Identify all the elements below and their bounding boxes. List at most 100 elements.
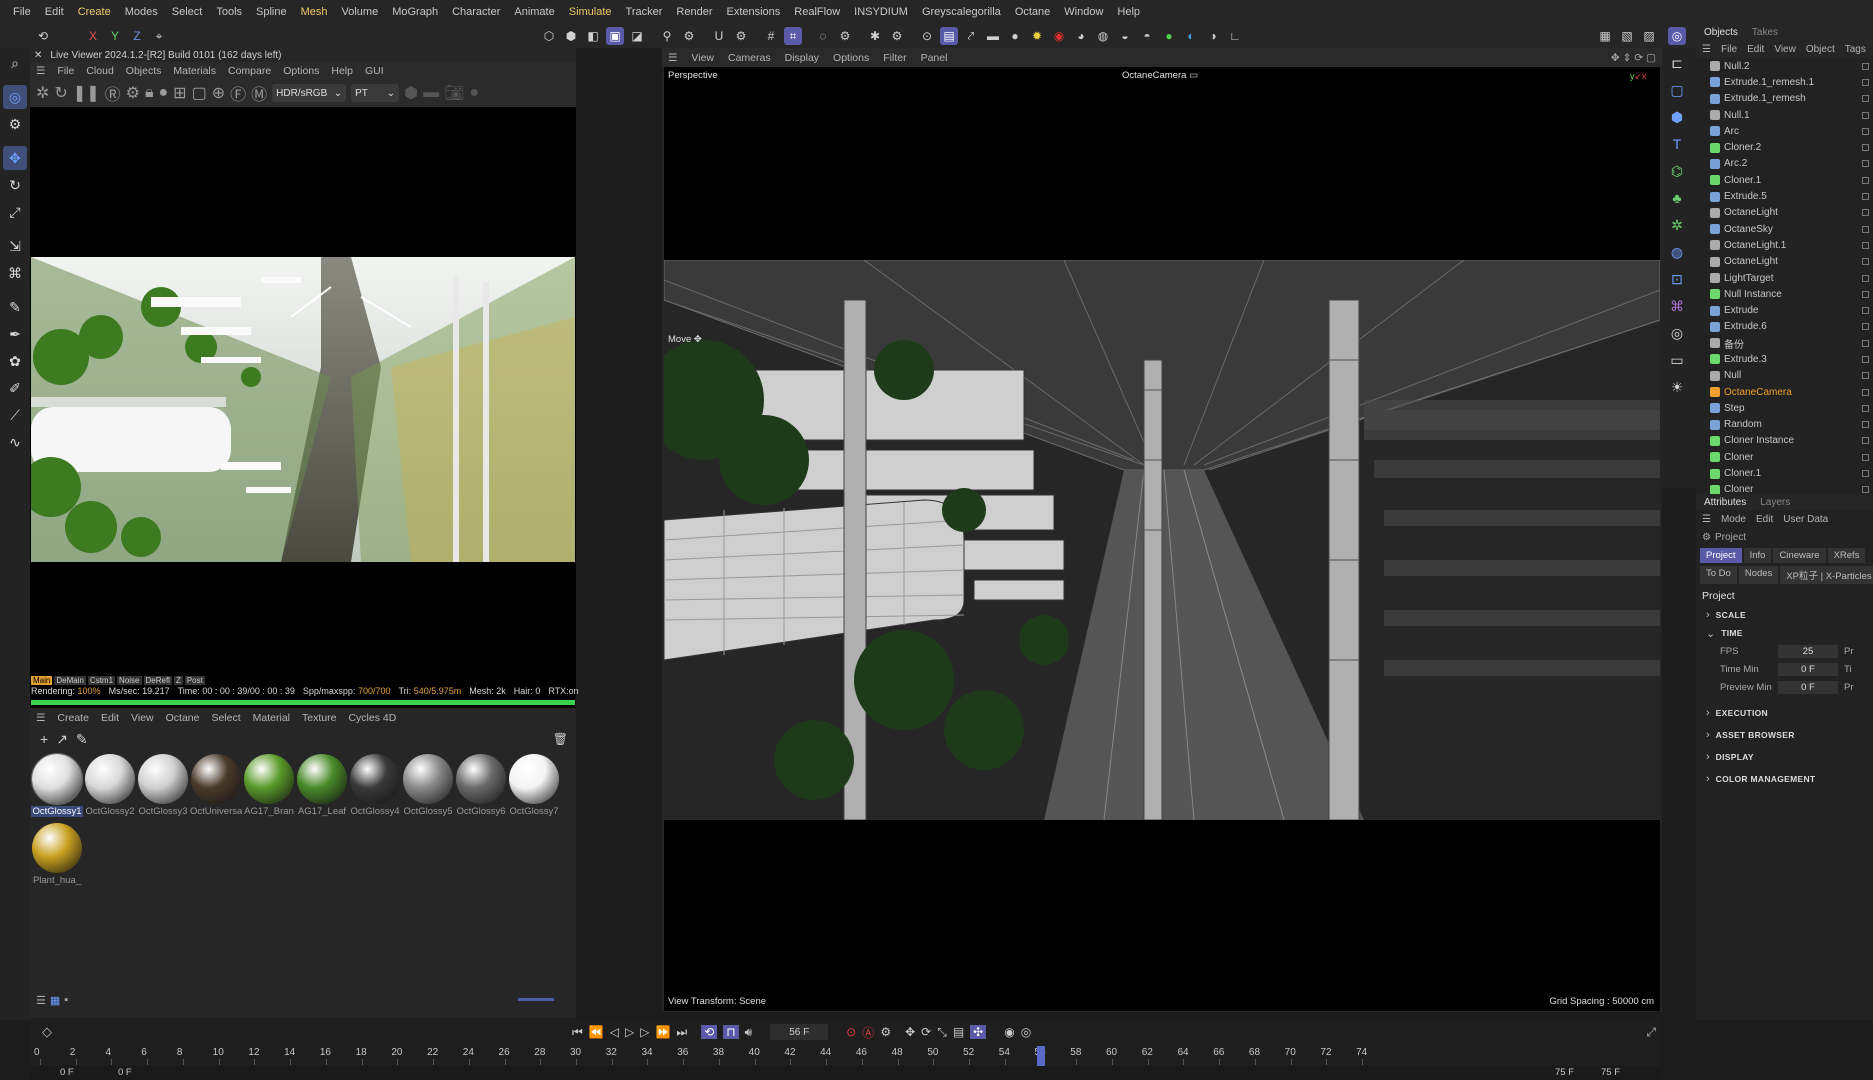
object-row[interactable]: Arc.2 (1696, 156, 1873, 172)
render-view-icon[interactable]: ▦ (1596, 27, 1614, 45)
section-display[interactable]: › DISPLAY (1706, 746, 1873, 768)
edge-mode-icon[interactable]: ⬢ (562, 27, 580, 45)
primitive-icon[interactable]: ⬢ (1665, 105, 1689, 129)
autokey-icon[interactable]: Ⓐ (862, 1024, 874, 1041)
menu-window[interactable]: Window (1057, 6, 1110, 18)
time-min-input[interactable]: 0 F (1778, 662, 1838, 676)
grid-view-icon[interactable]: ▦ (50, 994, 60, 1007)
menu-realflow[interactable]: RealFlow (787, 6, 847, 18)
magnet-tool-icon[interactable]: ∿ (3, 430, 27, 454)
axis-x-icon[interactable]: X (84, 27, 102, 45)
goto-end-icon[interactable]: ⏭ (676, 1025, 687, 1040)
attr-menu-mode[interactable]: Mode (1721, 514, 1746, 525)
hex-icon[interactable]: ⬢ (404, 83, 418, 103)
film-icon[interactable]: ▢ (192, 83, 207, 103)
btn-xparticles[interactable]: XP粒子 | X-Particles (1780, 566, 1873, 584)
trash-icon[interactable]: 🗑︎ (553, 732, 568, 746)
visibility-check[interactable] (1862, 176, 1869, 184)
mat-menu-select[interactable]: Select (211, 712, 240, 724)
visibility-check[interactable] (1862, 241, 1869, 249)
sphere-icon[interactable]: ● (159, 84, 169, 102)
close-icon[interactable]: ✕ (34, 50, 42, 61)
dot-icon[interactable]: ● (469, 84, 479, 102)
scale-key-icon[interactable]: ⤡ (937, 1025, 947, 1040)
loop-icon[interactable]: ⟲ (701, 1025, 718, 1039)
btn-nodes[interactable]: Nodes (1738, 566, 1779, 584)
viewport-nav-icons[interactable]: ✥ ⇕ ⟳ ▢ (1611, 52, 1656, 64)
tab-takes[interactable]: Takes (1752, 27, 1778, 38)
object-row[interactable]: Extrude.1_remesh.1 (1696, 74, 1873, 90)
obj-menu-object[interactable]: Object (1806, 44, 1835, 55)
lv-menu-options[interactable]: Options (283, 65, 319, 77)
visibility-check[interactable] (1862, 78, 1869, 86)
live-viewer-render-image[interactable] (31, 257, 575, 562)
object-row[interactable]: Null.2 (1696, 58, 1873, 74)
move-icon[interactable]: ✥ (3, 146, 27, 170)
menu-spline[interactable]: Spline (249, 6, 294, 18)
octane-corner-icon[interactable]: ∟ (1226, 27, 1244, 45)
visibility-check[interactable] (1862, 486, 1869, 494)
m-icon[interactable]: Ⓜ (251, 81, 267, 105)
transform-icon[interactable]: ⇲ (3, 234, 27, 258)
octane-env-icon[interactable]: ◍ (1094, 27, 1112, 45)
tab-layers[interactable]: Layers (1760, 497, 1790, 508)
lv-menu-gui[interactable]: GUI (365, 65, 384, 77)
material-item[interactable]: OctGlossy2 (84, 754, 136, 817)
render-region-icon[interactable]: ◌ (814, 27, 832, 45)
generator-icon[interactable]: ♣ (1665, 186, 1689, 210)
magnet-icon[interactable]: U (710, 27, 728, 45)
visibility-check[interactable] (1862, 144, 1869, 152)
menu-extensions[interactable]: Extensions (719, 6, 787, 18)
render-queue-icon[interactable]: ▨ (1640, 27, 1658, 45)
eyedropper-icon[interactable]: ✎ (76, 731, 88, 748)
menu-create[interactable]: Create (71, 6, 118, 18)
object-row[interactable]: Cloner (1696, 449, 1873, 465)
object-row[interactable]: Extrude (1696, 302, 1873, 318)
zoom-slider[interactable] (518, 998, 554, 1001)
wireframe-scene[interactable] (664, 260, 1660, 820)
obj-menu-edit[interactable]: Edit (1747, 44, 1764, 55)
material-item[interactable]: OctGlossy6 (455, 754, 507, 817)
restart-icon[interactable]: ↻ (54, 83, 67, 103)
fps-input[interactable]: 25 (1778, 644, 1838, 658)
octane-sun-icon[interactable]: ✹ (1028, 27, 1046, 45)
material-item[interactable]: AG17_Bran (243, 754, 295, 817)
arrow-icon[interactable]: ↗ (56, 731, 68, 748)
octane-green-icon[interactable]: ● (1160, 27, 1178, 45)
visibility-check[interactable] (1862, 339, 1869, 347)
object-row[interactable]: Arc (1696, 123, 1873, 139)
object-row[interactable]: Cloner.2 (1696, 139, 1873, 155)
camera-icon[interactable]: 📷︎ (444, 83, 464, 103)
object-row[interactable]: Extrude.5 (1696, 188, 1873, 204)
btn-info[interactable]: Info (1743, 548, 1772, 563)
octane-half-icon[interactable]: ◑ (1204, 27, 1222, 45)
rot-key-icon[interactable]: ⟳ (921, 1025, 931, 1039)
mat-menu-edit[interactable]: Edit (101, 712, 119, 724)
visibility-check[interactable] (1862, 225, 1869, 233)
object-row[interactable]: Extrude.6 (1696, 319, 1873, 335)
menu-modes[interactable]: Modes (118, 6, 165, 18)
hamburger-icon[interactable]: ☰ (1702, 514, 1711, 525)
octane-cam-icon[interactable]: ◒ (1116, 27, 1134, 45)
pass-post[interactable]: Post (184, 676, 205, 685)
magnet-settings-icon[interactable]: ⚙ (732, 27, 750, 45)
btn-xrefs[interactable]: XRefs (1827, 548, 1866, 563)
hamburger-icon[interactable]: ☰ (1702, 44, 1711, 55)
object-row[interactable]: Cloner.1 (1696, 465, 1873, 481)
vp-menu-panel[interactable]: Panel (921, 52, 948, 64)
object-row[interactable]: Step (1696, 400, 1873, 416)
prev-frame-icon[interactable]: ◁ (610, 1025, 619, 1039)
object-row[interactable]: Cloner Instance (1696, 433, 1873, 449)
octane-live-viewer-icon[interactable]: ▤ (940, 27, 958, 45)
visibility-check[interactable] (1862, 160, 1869, 168)
lv-menu-objects[interactable]: Objects (126, 65, 162, 77)
menu-insydium[interactable]: INSYDIUM (847, 6, 915, 18)
visibility-check[interactable] (1862, 95, 1869, 103)
material-item[interactable]: Plant_hua_ (31, 823, 83, 886)
object-row[interactable]: OctaneSky (1696, 221, 1873, 237)
obj-menu-view[interactable]: View (1774, 44, 1796, 55)
octane-light-icon[interactable]: ▬ (984, 27, 1002, 45)
range-icon[interactable]: ⊓ (723, 1025, 739, 1039)
octane-export-icon[interactable]: ⤤ (962, 27, 980, 45)
region-icon[interactable]: Ⓡ (105, 81, 121, 105)
